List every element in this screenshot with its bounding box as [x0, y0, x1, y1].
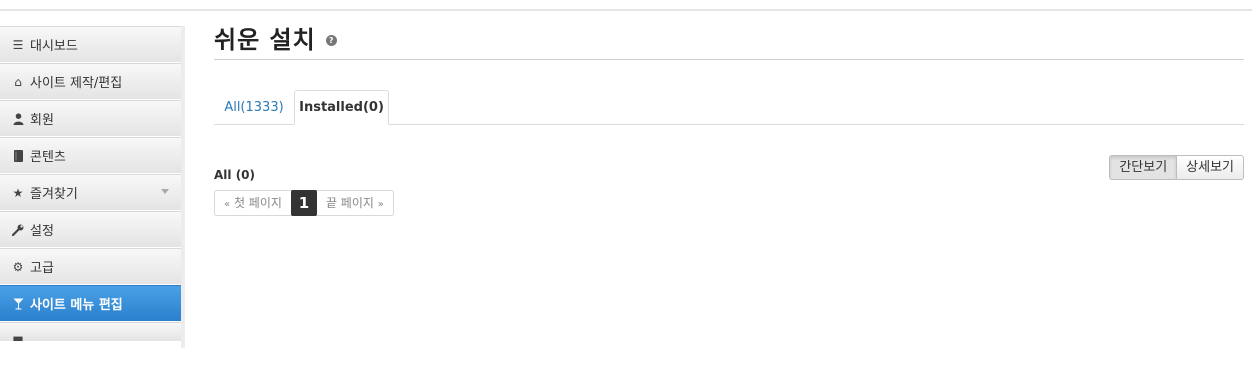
- sidebar-item-label: 대시보드: [30, 39, 78, 54]
- list-icon: ▬: [12, 331, 24, 345]
- page-title: 쉬운 설치 ?: [214, 22, 1244, 58]
- sidebar: ☰ 대시보드 ⌂ 사이트 제작/편집 회원 콘텐츠 ★ 즐겨찾기 설정 ⚙ 고급: [0, 26, 185, 348]
- page-title-text: 쉬운 설치: [214, 26, 316, 54]
- sidebar-item-contents[interactable]: 콘텐츠: [0, 137, 181, 174]
- double-right-arrow-icon: »: [377, 199, 384, 210]
- help-icon[interactable]: ?: [325, 34, 337, 46]
- book-icon: [11, 149, 25, 162]
- top-divider: [0, 9, 1252, 11]
- current-page[interactable]: 1: [290, 190, 317, 216]
- sidebar-item-dashboard[interactable]: ☰ 대시보드: [0, 26, 181, 63]
- tab-bar: All(1333) Installed(0): [214, 90, 1244, 125]
- tab-installed[interactable]: Installed(0): [294, 90, 389, 125]
- sidebar-item-label: 사이트 제작/편집: [30, 76, 123, 91]
- sidebar-item-favorites[interactable]: ★ 즐겨찾기: [0, 174, 181, 211]
- main-content: 쉬운 설치 ? All(1333) Installed(0) All (0) «…: [214, 22, 1244, 216]
- gear-icon: ⚙: [12, 259, 24, 274]
- sidebar-item-label: 설정: [30, 224, 54, 239]
- star-icon: ★: [12, 185, 24, 200]
- wrench-icon: [11, 224, 25, 236]
- first-page-link[interactable]: « 첫 페이지: [215, 191, 291, 215]
- list-icon: ☰: [12, 37, 24, 52]
- sidebar-item-site-menu-edit[interactable]: 사이트 메뉴 편집: [0, 285, 181, 322]
- sidebar-item-settings[interactable]: 설정: [0, 211, 181, 248]
- double-left-arrow-icon: «: [224, 199, 231, 210]
- title-divider: [214, 59, 1244, 60]
- last-page-link[interactable]: 끝 페이지 »: [317, 191, 393, 215]
- sidebar-item-members[interactable]: 회원: [0, 100, 181, 137]
- sidebar-item-label: 고급: [30, 261, 54, 276]
- user-icon: [11, 112, 25, 125]
- first-page-label: 첫 페이지: [233, 196, 282, 210]
- sidebar-item-label: 사이트 메뉴 편집: [30, 298, 123, 313]
- pagination: « 첫 페이지 1 끝 페이지 »: [214, 190, 394, 216]
- sidebar-item-label: 즐겨찾기: [30, 187, 78, 202]
- last-page-label: 끝 페이지: [325, 196, 374, 210]
- home-icon: ⌂: [14, 74, 22, 89]
- sidebar-item-label: 회원: [30, 113, 54, 128]
- sidebar-item-advanced[interactable]: ⚙ 고급: [0, 248, 181, 285]
- result-count: All (0): [214, 168, 256, 182]
- glass-icon: [11, 298, 25, 310]
- sidebar-item-site-edit[interactable]: ⌂ 사이트 제작/편집: [0, 63, 181, 100]
- tab-all[interactable]: All(1333): [214, 90, 294, 124]
- view-toggle: 간단보기 상세보기: [1109, 155, 1244, 180]
- sidebar-item-label: 콘텐츠: [30, 150, 66, 165]
- chevron-down-icon[interactable]: [161, 189, 169, 194]
- sidebar-item-partial[interactable]: ▬: [0, 322, 181, 345]
- detail-view-button[interactable]: 상세보기: [1177, 155, 1244, 180]
- simple-view-button[interactable]: 간단보기: [1109, 155, 1178, 180]
